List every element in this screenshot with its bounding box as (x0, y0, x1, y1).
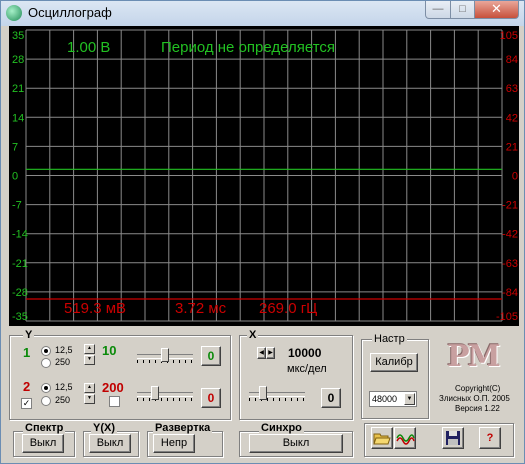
y-tick-right: -84 (502, 287, 518, 299)
version-line: Версия 1.22 (455, 404, 500, 413)
amplitude-readout: 519.3 мВ (64, 300, 126, 317)
chevron-down-icon: ▼ (404, 393, 415, 405)
maximize-button[interactable]: □ (450, 1, 475, 19)
waveform-icon (396, 434, 415, 445)
sync-toggle-button[interactable]: Выкл (249, 434, 343, 453)
waveform-button[interactable] (394, 427, 416, 449)
ch2-enable-checkbox[interactable]: ✓ (21, 398, 32, 409)
ch2-radio-250[interactable] (41, 396, 51, 406)
ch2-label: 2 (23, 379, 31, 394)
ch1-gain-value: 10 (102, 343, 117, 358)
ch1-gain-spinner[interactable]: ▲ ▼ (84, 344, 95, 365)
timebase-unit: мкс/дел (287, 363, 327, 375)
ch2-gain-spinner[interactable]: ▲ ▼ (84, 383, 95, 404)
yx-group-title: Y(X) (91, 422, 117, 434)
y-tick-right: 84 (506, 54, 518, 66)
ch2-radio-12-5-label: 12,5 (55, 382, 73, 392)
y-tick-left: 21 (12, 83, 24, 95)
ch2-offset-slider[interactable] (137, 385, 193, 401)
y-tick-right: -63 (502, 258, 518, 270)
sweep-mode-button[interactable]: Непр (153, 434, 195, 453)
y-tick-right: -105 (496, 311, 518, 323)
spectrum-group-title: Спектр (23, 422, 66, 434)
floppy-disk-icon (446, 431, 460, 445)
calibrate-button[interactable]: Калибр (370, 353, 418, 372)
settings-group-title: Настр (372, 333, 407, 345)
sample-rate-select[interactable]: 48000 ▼ (369, 391, 417, 407)
y-group-title: Y (23, 329, 35, 341)
settings-group (361, 339, 429, 419)
ch1-radio-250[interactable] (41, 358, 51, 368)
y-tick-right: -42 (502, 229, 518, 241)
y-tick-right: 42 (506, 112, 518, 124)
ch1-radio-250-label: 250 (55, 357, 71, 367)
open-file-button[interactable] (371, 427, 393, 449)
y-tick-left: -35 (12, 311, 28, 323)
copyright-line: Copyright(C) (455, 384, 501, 393)
author-line: Злисных О.П. 2005 (439, 394, 510, 403)
y-tick-left: -28 (12, 287, 28, 299)
sample-rate-value: 48000 (372, 394, 398, 404)
x-offset-slider[interactable] (249, 385, 305, 401)
ch1-label: 1 (23, 345, 31, 360)
frequency-readout: 269.0 гЦ (259, 300, 317, 317)
ch2-zero-button[interactable]: 0 (201, 388, 221, 408)
y-tick-left: 35 (12, 30, 24, 42)
ch2-radio-12-5[interactable] (41, 383, 51, 393)
y-tick-right: 63 (506, 83, 518, 95)
sweep-group-title: Развертка (153, 422, 213, 434)
y-tick-left: -7 (12, 200, 22, 212)
window-title: Осциллограф (28, 5, 112, 20)
y-tick-left: 7 (12, 141, 18, 153)
control-panel: Y 1 12,5 250 ▲ ▼ 10 0 2 ✓ 12,5 250 ▲ ▼ 200… (9, 327, 519, 459)
y-tick-right: 105 (500, 30, 518, 42)
save-button[interactable] (442, 427, 464, 449)
ch1-offset-slider[interactable] (137, 347, 193, 363)
minimize-button[interactable]: — (425, 1, 451, 19)
volts-per-div-label: 1.00 В (67, 39, 110, 56)
ch2-radio-250-label: 250 (55, 395, 71, 405)
y-tick-right: 0 (512, 171, 518, 183)
ch1-zero-button[interactable]: 0 (201, 346, 221, 366)
y-tick-left: 0 (12, 171, 18, 183)
y-tick-left: -14 (12, 229, 28, 241)
y-tick-left: 14 (12, 112, 24, 124)
x-zero-button[interactable]: 0 (321, 388, 341, 408)
app-icon (6, 5, 22, 21)
ch1-radio-12-5[interactable] (41, 346, 51, 356)
timebase-value: 10000 (288, 346, 322, 360)
ch2-invert-checkbox[interactable] (109, 396, 120, 407)
y-tick-right: -21 (502, 200, 518, 212)
folder-open-icon (373, 433, 391, 445)
y-tick-right: 21 (506, 141, 518, 153)
ch1-radio-12-5-label: 12,5 (55, 345, 73, 355)
close-button[interactable]: ✕ (474, 1, 519, 19)
pm-logo: PM (447, 339, 501, 374)
period-status-label: Период не определяется (161, 39, 335, 56)
yx-toggle-button[interactable]: Выкл (89, 434, 131, 453)
help-button[interactable]: ? (479, 427, 501, 449)
period-readout: 3.72 мс (175, 300, 227, 317)
ch2-gain-value: 200 (102, 380, 124, 395)
title-bar: Осциллограф — □ ✕ (1, 1, 524, 26)
oscilloscope-window: Осциллограф — □ ✕ 35 105 28 84 21 63 14 42 7 21 0 0… (0, 0, 525, 464)
oscilloscope-screen: 35 105 28 84 21 63 14 42 7 21 0 0 -7 -21 -14 -42 -21 -63 -… (9, 26, 519, 326)
spectrum-toggle-button[interactable]: Выкл (22, 434, 64, 453)
timebase-increase-button[interactable]: ▶ (266, 347, 275, 359)
x-group-title: X (247, 329, 259, 341)
timebase-decrease-button[interactable]: ◀ (257, 347, 266, 359)
y-tick-left: -21 (12, 258, 28, 270)
sync-group-title: Синхро (259, 422, 304, 434)
scope-plot: 35 105 28 84 21 63 14 42 7 21 0 0 -7 -21 -14 -42 -21 -63 -… (12, 29, 518, 323)
y-tick-left: 28 (12, 54, 24, 66)
